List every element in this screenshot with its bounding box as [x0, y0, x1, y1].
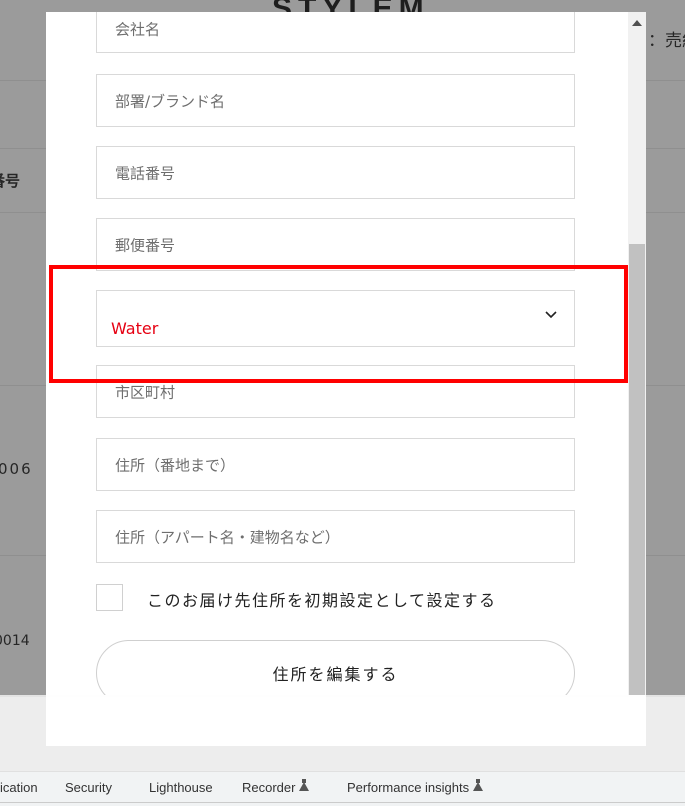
- devtools-tab-application[interactable]: ication: [0, 780, 38, 795]
- experiment-flask-icon: [473, 779, 484, 791]
- scrollbar-thumb[interactable]: [629, 244, 645, 704]
- placeholder: 住所（番地まで）: [115, 456, 236, 474]
- devtools-tab-security[interactable]: Security: [65, 780, 112, 795]
- modal-content: 会社名 部署/ブランド名 電話番号 郵便番号 Water 市区町村 住所（番地ま…: [46, 12, 628, 746]
- table-header-number: 番号: [0, 172, 21, 190]
- department-brand-input[interactable]: 部署/ブランド名: [96, 74, 575, 127]
- placeholder: 郵便番号: [115, 236, 176, 254]
- devtools-tab-performance-insights[interactable]: Performance insights: [347, 779, 484, 795]
- address-building-input[interactable]: 住所（アパート名・建物名など）: [96, 510, 575, 563]
- devtools-tab-recorder-label: Recorder: [242, 780, 296, 795]
- experiment-flask-icon: [299, 779, 310, 791]
- sold-status-text: ：売約: [648, 31, 685, 51]
- edit-address-button-label: 住所を編集する: [272, 665, 399, 684]
- devtools-modal-overlay: [46, 695, 646, 746]
- postal-code-input[interactable]: 郵便番号: [96, 218, 575, 271]
- placeholder: 市区町村: [115, 383, 176, 401]
- default-address-checkbox-label[interactable]: このお届け先住所を初期設定として設定する: [147, 587, 497, 611]
- placeholder: 住所（アパート名・建物名など）: [115, 528, 340, 546]
- devtools-tab-recorder[interactable]: Recorder: [242, 779, 310, 795]
- chevron-down-icon: [545, 311, 557, 319]
- phone-number-input[interactable]: 電話番号: [96, 146, 575, 199]
- address-edit-modal: 会社名 部署/ブランド名 電話番号 郵便番号 Water 市区町村 住所（番地ま…: [46, 12, 646, 746]
- prefecture-select-value: Water: [111, 319, 159, 338]
- placeholder: 会社名: [115, 20, 161, 39]
- devtools-tab-lighthouse[interactable]: Lighthouse: [149, 780, 213, 795]
- company-name-input[interactable]: 会社名: [96, 12, 575, 53]
- placeholder: 部署/ブランド名: [115, 92, 226, 110]
- default-address-checkbox[interactable]: [96, 584, 123, 611]
- devtools-tab-performance-insights-label: Performance insights: [347, 780, 470, 795]
- table-cell-number: 006: [0, 460, 33, 478]
- address-street-input[interactable]: 住所（番地まで）: [96, 438, 575, 491]
- city-input[interactable]: 市区町村: [96, 365, 575, 418]
- prefecture-select[interactable]: Water: [96, 290, 575, 347]
- devtools-tab-bar: ication Security Lighthouse Recorder Per…: [0, 771, 685, 803]
- modal-scrollbar[interactable]: [628, 12, 646, 746]
- scroll-up-arrow-icon[interactable]: [632, 20, 642, 26]
- table-cell-number: 0014: [0, 633, 30, 649]
- placeholder: 電話番号: [115, 164, 176, 182]
